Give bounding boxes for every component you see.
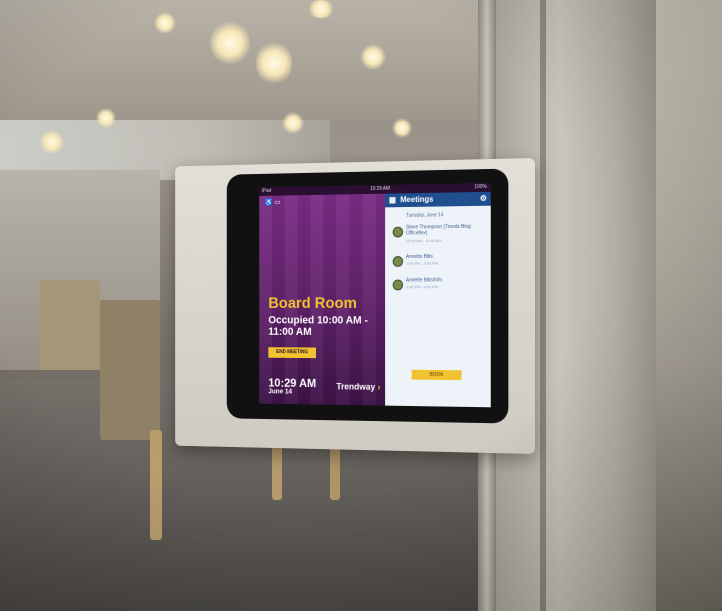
chair-leg bbox=[150, 430, 162, 540]
meeting-item[interactable]: Annette Blits 1:00 PM - 2:00 PM bbox=[393, 253, 489, 269]
meeting-time: 1:00 PM - 2:00 PM bbox=[406, 261, 438, 266]
pendant-light bbox=[306, 0, 336, 18]
brand-logo: Trendway › bbox=[336, 382, 380, 392]
pendant-light bbox=[210, 20, 250, 66]
meetings-header: ▦ Meetings ⚙ bbox=[385, 192, 491, 208]
tablet: iPad 10:29 AM 100% ♿ ▭ Board Room Occupi… bbox=[227, 169, 509, 424]
meeting-item[interactable]: Annette Blits/Info 3:00 PM - 4:00 PM bbox=[393, 277, 489, 293]
book-button[interactable]: BOOK bbox=[412, 370, 462, 380]
pendant-light bbox=[282, 112, 304, 134]
room-status-panel: ♿ ▭ Board Room Occupied 10:00 AM - 11:00… bbox=[259, 194, 385, 406]
meeting-title: Annette Blits bbox=[406, 254, 433, 260]
calendar-icon: ▦ bbox=[389, 193, 396, 207]
avatar bbox=[393, 227, 403, 238]
status-battery: 100% bbox=[474, 183, 486, 192]
pendant-light bbox=[392, 118, 412, 138]
pendant-light bbox=[360, 44, 386, 70]
meeting-time: 10:00 AM - 11:00 AM bbox=[406, 238, 441, 243]
chair bbox=[100, 300, 160, 440]
avatar bbox=[393, 256, 403, 267]
meetings-date: Tuesday, June 14 bbox=[406, 212, 443, 218]
accessibility-icon: ♿ ▭ bbox=[265, 198, 281, 206]
pendant-light bbox=[154, 12, 176, 34]
chair bbox=[40, 280, 100, 370]
room-name: Board Room bbox=[268, 295, 357, 312]
avatar bbox=[393, 280, 403, 291]
end-meeting-button[interactable]: END MEETING bbox=[268, 347, 316, 358]
meeting-item[interactable]: Steve Thompson (Trends Blog Officeflex) … bbox=[393, 224, 489, 241]
meeting-time: 3:00 PM - 4:00 PM bbox=[406, 284, 438, 289]
column-edge bbox=[540, 0, 546, 611]
status-clock: 10:29 AM bbox=[370, 185, 390, 194]
pendant-light bbox=[40, 130, 64, 154]
meetings-title: Meetings bbox=[400, 193, 433, 207]
photo-scene: iPad 10:29 AM 100% ♿ ▭ Board Room Occupi… bbox=[0, 0, 722, 611]
pendant-light bbox=[96, 108, 116, 128]
pendant-light bbox=[256, 40, 292, 86]
current-date: June 14 bbox=[268, 388, 292, 395]
meeting-title: Annette Blits/Info bbox=[406, 277, 442, 283]
chevron-right-icon: › bbox=[378, 382, 381, 392]
room-status: Occupied 10:00 AM - 11:00 AM bbox=[268, 315, 383, 339]
status-carrier: iPad bbox=[262, 187, 271, 196]
meeting-title: Steve Thompson (Trends Blog Officeflex) bbox=[406, 224, 489, 237]
meetings-panel: ▦ Meetings ⚙ Tuesday, June 14 Steve Thom… bbox=[385, 192, 491, 408]
tablet-screen: iPad 10:29 AM 100% ♿ ▭ Board Room Occupi… bbox=[259, 183, 491, 407]
adjacent-room bbox=[656, 0, 722, 611]
brand-name: Trendway bbox=[336, 382, 375, 392]
tablet-wall-mount: iPad 10:29 AM 100% ♿ ▭ Board Room Occupi… bbox=[175, 158, 535, 454]
gear-icon[interactable]: ⚙ bbox=[480, 192, 487, 206]
